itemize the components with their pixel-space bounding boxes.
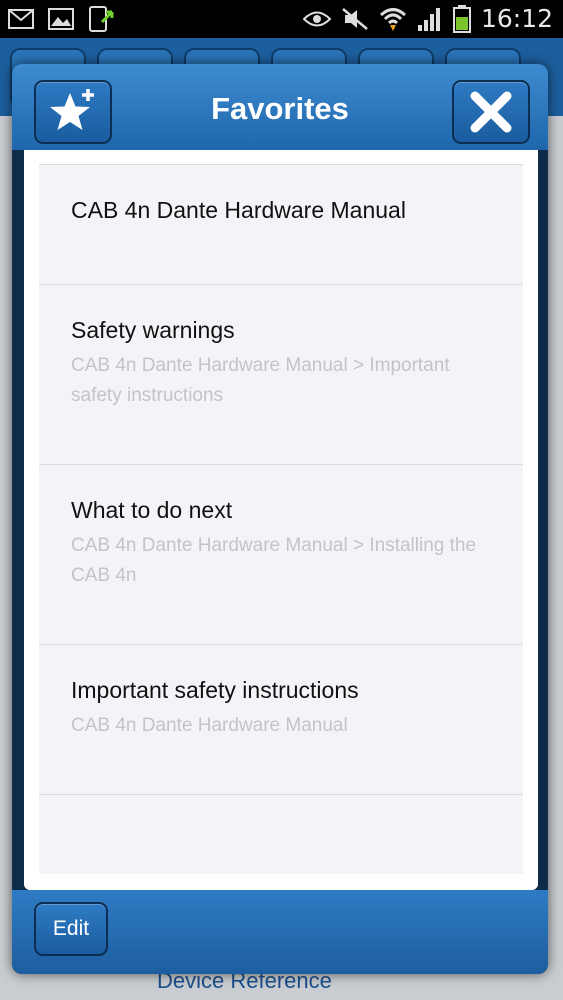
status-bar: 16:12 [0, 0, 563, 38]
list-item[interactable]: CAB 4n Dante Hardware Manual [39, 164, 523, 284]
list-item-path: CAB 4n Dante Hardware Manual > Important… [71, 355, 450, 406]
close-icon [470, 91, 512, 133]
list-item-title: Important safety instructions [71, 677, 359, 703]
list-item[interactable]: Important safety instructions CAB 4n Dan… [39, 644, 523, 794]
signal-icon [417, 8, 440, 31]
dialog-header: Favorites [12, 64, 548, 150]
list-item-title: Safety warnings [71, 317, 235, 343]
favorites-list: CAB 4n Dante Hardware Manual Safety warn… [39, 164, 523, 874]
list-item-path: CAB 4n Dante Hardware Manual [71, 715, 348, 736]
status-clock: 16:12 [480, 4, 553, 33]
list-item-title: CAB 4n Dante Hardware Manual [71, 197, 406, 223]
list-item-title: What to do next [71, 497, 233, 523]
eye-icon [302, 11, 331, 27]
edit-button[interactable]: Edit [34, 902, 108, 956]
phone-sync-icon [89, 6, 114, 32]
email-icon [8, 9, 34, 29]
list-item[interactable]: What to do next CAB 4n Dante Hardware Ma… [39, 464, 523, 644]
wifi-icon [379, 8, 406, 31]
battery-icon [452, 5, 471, 33]
list-item[interactable]: Safety warnings CAB 4n Dante Hardware Ma… [39, 284, 523, 464]
image-icon [48, 8, 74, 30]
dialog-body: CAB 4n Dante Hardware Manual Safety warn… [24, 150, 538, 890]
list-divider [39, 794, 523, 795]
dialog-footer: Edit [12, 890, 548, 974]
close-button[interactable] [452, 80, 530, 144]
mute-icon [342, 8, 368, 30]
list-item-path: CAB 4n Dante Hardware Manual > Installin… [71, 535, 477, 586]
favorites-dialog: Favorites CAB 4n Dante Hardware Manual S… [12, 64, 548, 974]
